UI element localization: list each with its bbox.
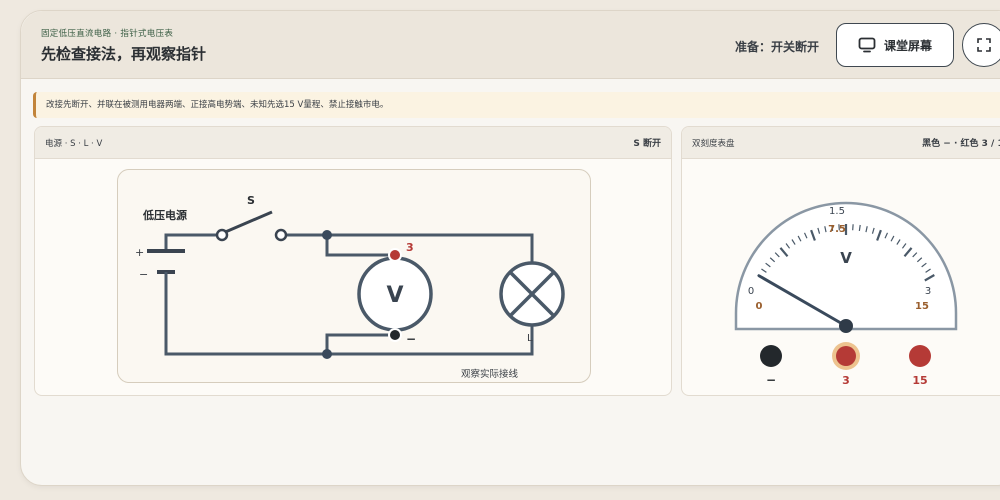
meter-terminal-neg[interactable]: [760, 345, 782, 367]
fullscreen-icon: [977, 38, 991, 52]
app-window: 固定低压直流电路 · 指针式电压表 先检查接法，再观察指针 准备：开关断开 课堂…: [20, 10, 1000, 486]
terminal-3-label: 3: [406, 241, 414, 254]
scale-high-max: 15: [915, 301, 929, 312]
battery-minus: −: [139, 268, 148, 281]
junction-top: [322, 230, 332, 240]
safety-notice: 改接先断开、并联在被测用电器两端、正接高电势端、未知先选15 V量程、禁止接触市…: [33, 92, 1000, 118]
switch-lever[interactable]: [222, 210, 273, 235]
classroom-screen-label: 课堂屏幕: [883, 38, 932, 53]
junction-bottom: [322, 349, 332, 359]
scale-high-min: 0: [756, 301, 763, 312]
terminal-neg-label: −: [406, 332, 416, 346]
switch-contact-left: [215, 228, 229, 242]
scale-low-min: 0: [748, 286, 754, 297]
terminal-info: 黑色 − · 红色 3 / 15: [922, 139, 1000, 149]
dial-unit: V: [840, 249, 852, 267]
meter-terminal-3[interactable]: [836, 346, 856, 366]
circuit-caption: 观察实际接线: [461, 368, 519, 380]
meter-terminal-neg-label: −: [766, 373, 776, 387]
lamp-label: L: [527, 333, 533, 344]
needle-pivot: [839, 319, 853, 333]
fullscreen-button[interactable]: [962, 23, 1000, 67]
meter-panel: 双刻度表盘 黑色 − · 红色 3 / 15 V 0 1.5 3 0 7.5 1…: [681, 126, 1000, 396]
battery-plus: +: [135, 246, 144, 259]
power-source-label: 低压电源: [142, 208, 187, 222]
meter-terminal-15[interactable]: [909, 345, 931, 367]
voltmeter-terminal-neg[interactable]: [388, 328, 402, 342]
voltmeter-terminal-3[interactable]: [388, 248, 402, 262]
meter-terminal-3-label: 3: [842, 374, 850, 387]
circuit-panel-title: 电源 · S · L · V: [45, 138, 103, 149]
circuit-diagram: + − 低压电源 S V 3 − L 观察实际接线: [135, 194, 565, 380]
dial-minor-tick: [858, 224, 861, 232]
scale-high-mid: 7.5: [828, 224, 846, 235]
header: 固定低压直流电路 · 指针式电压表 先检查接法，再观察指针 准备：开关断开 课堂…: [21, 11, 1000, 79]
scale-low-max: 3: [925, 286, 931, 297]
meter-panel-header: 双刻度表盘 黑色 − · 红色 3 / 15: [682, 127, 1000, 159]
meter-dial: V 0 1.5 3 0 7.5 15 − 3 15: [734, 201, 958, 387]
switch-contact-right: [274, 228, 288, 242]
classroom-screen-button[interactable]: 课堂屏幕: [836, 23, 954, 67]
prep-status: 准备：开关断开: [735, 40, 820, 54]
monitor-icon: [858, 37, 876, 53]
header-eyebrow: 固定低压直流电路 · 指针式电压表: [41, 29, 174, 39]
switch-label: S: [247, 194, 255, 207]
meter-panel-title: 双刻度表盘: [692, 138, 735, 149]
circuit-panel-header: 电源 · S · L · V S 断开: [35, 127, 671, 159]
scale-low-mid: 1.5: [829, 206, 845, 217]
circuit-panel: 电源 · S · L · V S 断开 + − 低压电源 S V 3 − L 观…: [34, 126, 672, 396]
switch-state: S 断开: [633, 139, 661, 149]
page-title: 先检查接法，再观察指针: [41, 45, 207, 63]
meter-terminal-15-label: 15: [912, 374, 927, 387]
voltmeter-label: V: [386, 283, 403, 308]
